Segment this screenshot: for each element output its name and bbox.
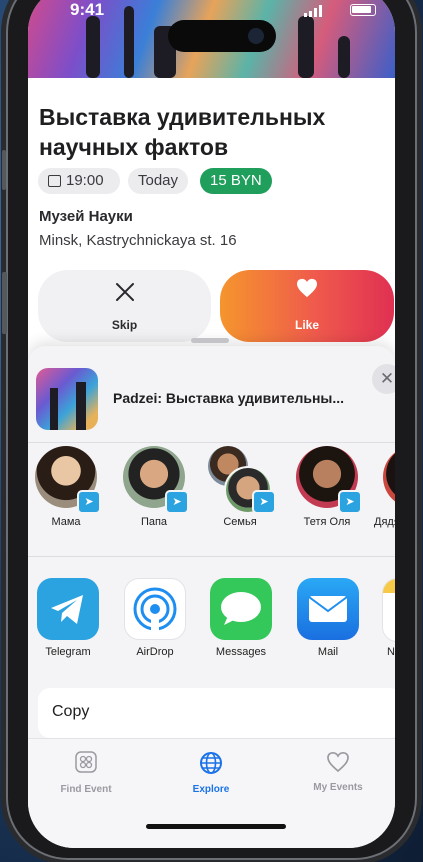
skip-label: Skip — [111, 318, 138, 332]
app-label: Telegram — [45, 646, 91, 658]
app-label: No — [387, 646, 395, 658]
app-notes[interactable]: No — [373, 346, 395, 676]
signal-icon — [304, 4, 326, 17]
tab-label: Find Event — [60, 784, 112, 795]
side-button — [2, 150, 6, 190]
venue-address: Minsk, Kastrychnickaya st. 16 — [39, 232, 237, 249]
skip-button[interactable]: Skip — [38, 270, 211, 342]
copy-label: Copy — [52, 703, 90, 720]
tab-label: Explore — [192, 784, 230, 795]
venue-name: Музей Науки — [39, 208, 133, 225]
event-title: Выставка удивительных научных фактов — [39, 104, 326, 160]
app-airdrop[interactable]: AirDrop — [115, 346, 195, 676]
app-messages[interactable]: Messages — [201, 346, 281, 676]
tab-explore[interactable]: Explore — [161, 751, 261, 795]
day-chip: Today — [128, 168, 189, 194]
price-badge: 15 BYN — [200, 168, 272, 194]
time-chip: 19:00 — [38, 168, 120, 194]
copy-action[interactable]: Copy — [38, 688, 395, 738]
globe-icon — [200, 752, 222, 774]
side-button — [2, 272, 7, 334]
sheet-grabber[interactable] — [191, 338, 229, 343]
notes-app-icon — [382, 578, 395, 642]
heart-icon — [297, 278, 317, 298]
calendar-icon — [48, 175, 61, 187]
app-label: Messages — [215, 646, 267, 658]
tab-find-event[interactable]: Find Event — [36, 751, 136, 795]
telegram-app-icon — [37, 578, 99, 640]
tab-bar: Find Event Explore My Events — [28, 738, 395, 848]
home-indicator — [146, 824, 286, 829]
time-chip-label: 19:00 — [66, 172, 104, 189]
tab-my-events[interactable]: My Events — [288, 751, 388, 793]
grid-icon — [75, 751, 97, 773]
dynamic-island — [168, 20, 276, 52]
app-telegram[interactable]: Telegram — [28, 346, 108, 676]
messages-app-icon — [210, 578, 272, 640]
heart-icon — [327, 751, 349, 773]
app-mail[interactable]: Mail — [288, 346, 368, 676]
app-label: Mail — [317, 646, 339, 658]
airdrop-app-icon — [124, 578, 186, 640]
close-icon — [116, 283, 134, 301]
tab-label: My Events — [313, 782, 363, 793]
mail-app-icon — [297, 578, 359, 640]
share-sheet: Padzei: Выставка удивительны... ✕ ➤ Мама… — [28, 338, 395, 754]
status-time: 9:41 — [70, 0, 105, 19]
like-button[interactable]: Like — [220, 270, 394, 342]
like-label: Like — [294, 318, 319, 332]
app-label: AirDrop — [136, 646, 174, 658]
battery-icon — [350, 4, 376, 16]
phone-screen: 9:41 Выставка удивительных научных факто… — [28, 0, 395, 848]
